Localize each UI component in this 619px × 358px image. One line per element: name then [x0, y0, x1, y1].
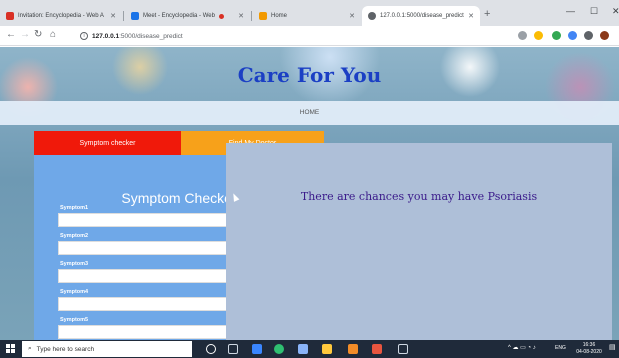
page-icon [259, 12, 267, 20]
chrome-icon[interactable] [274, 344, 284, 354]
home-icon[interactable]: ⌂ [50, 29, 56, 40]
tab-title: Meet - Encyclopedia - Web [143, 13, 215, 19]
symptom5-label: Symptom5 [60, 317, 89, 323]
result-modal: There are chances you may have Psoriasis [226, 143, 612, 340]
meet-icon [131, 12, 139, 20]
close-icon[interactable]: ✕ [110, 12, 116, 20]
taskbar-search-input[interactable]: ⌕ Type here to search [22, 341, 192, 357]
clock[interactable]: 16:36 04-08-2020 [572, 342, 606, 356]
web-page: Care For You HOME Symptom checker Find M… [0, 47, 619, 340]
app-icon[interactable] [372, 344, 382, 354]
symptom4-label: Symptom4 [60, 289, 89, 295]
star-icon[interactable] [534, 31, 543, 40]
recording-icon [218, 13, 224, 19]
notification-icon[interactable]: ▤ [609, 344, 616, 351]
browser-tab-meet[interactable]: Meet - Encyclopedia - Web ✕ [125, 6, 250, 26]
search-icon: ⌕ [28, 345, 32, 352]
puzzle-icon[interactable] [584, 31, 593, 40]
translate-icon[interactable] [518, 31, 527, 40]
url-field[interactable]: i 127.0.0.1 :5000/disease_predict [80, 29, 500, 43]
back-icon[interactable]: ← [6, 29, 16, 40]
clock-date: 04-08-2020 [576, 349, 602, 355]
tab-title: 127.0.0.1:5000/disease_predict [380, 13, 464, 19]
extension-icon[interactable] [552, 31, 561, 40]
task-view-icon[interactable] [228, 344, 238, 354]
windows-start-icon[interactable] [6, 344, 16, 354]
navbar: HOME [0, 101, 619, 125]
close-icon[interactable]: ✕ [468, 12, 474, 20]
result-message: There are chances you may have Psoriasis [300, 190, 538, 203]
app-icon[interactable] [348, 344, 358, 354]
minimize-icon[interactable]: — [566, 6, 575, 16]
edge-icon[interactable] [252, 344, 262, 354]
browser-tab-bar: Invitation: Encyclopedia - Web A ✕ Meet … [0, 0, 619, 26]
nav-home-link[interactable]: HOME [0, 109, 619, 116]
tab-title: Invitation: Encyclopedia - Web A [18, 13, 104, 19]
close-icon[interactable]: ✕ [238, 12, 244, 20]
search-placeholder: Type here to search [36, 345, 95, 353]
clock-time: 16:36 [582, 342, 596, 348]
new-tab-button[interactable]: + [484, 8, 490, 20]
globe-icon [368, 12, 376, 20]
site-title: Care For You [237, 63, 382, 87]
browser-tab-home[interactable]: Home ✕ [253, 6, 361, 26]
avatar[interactable] [600, 31, 609, 40]
tray-icons[interactable]: ^ ☁ ▭ ◔ ♪ [508, 345, 536, 352]
gmail-icon [6, 12, 14, 20]
symptom2-label: Symptom2 [60, 233, 89, 239]
symptom1-label: Symptom1 [60, 205, 89, 211]
forward-icon[interactable]: → [20, 29, 30, 40]
address-bar: ← → ↻ ⌂ i 127.0.0.1 :5000/disease_predic… [0, 26, 619, 46]
extension-icon[interactable] [568, 31, 577, 40]
cortana-icon[interactable] [206, 344, 216, 354]
symptom3-label: Symptom3 [60, 261, 89, 267]
file-explorer-icon[interactable] [322, 344, 332, 354]
url-path: :5000/disease_predict [119, 32, 183, 40]
app-icon[interactable] [298, 344, 308, 354]
language-indicator[interactable]: ENG [555, 345, 566, 352]
browser-tab-invitation[interactable]: Invitation: Encyclopedia - Web A ✕ [0, 6, 122, 26]
taskbar: ⌕ Type here to search ^ ☁ ▭ ◔ ♪ ENG 16:3… [0, 340, 619, 358]
close-window-icon[interactable]: ✕ [612, 6, 619, 17]
info-icon[interactable]: i [80, 32, 88, 40]
maximize-icon[interactable]: ☐ [590, 6, 598, 17]
app-icon[interactable] [398, 344, 408, 354]
url-host: 127.0.0.1 [92, 32, 120, 40]
close-icon[interactable]: ✕ [349, 12, 355, 20]
symptom-checker-tab[interactable]: Symptom checker [34, 131, 181, 155]
tab-title: Home [271, 13, 288, 19]
browser-tab-disease-predict[interactable]: 127.0.0.1:5000/disease_predict ✕ [362, 6, 480, 26]
reload-icon[interactable]: ↻ [34, 29, 42, 40]
